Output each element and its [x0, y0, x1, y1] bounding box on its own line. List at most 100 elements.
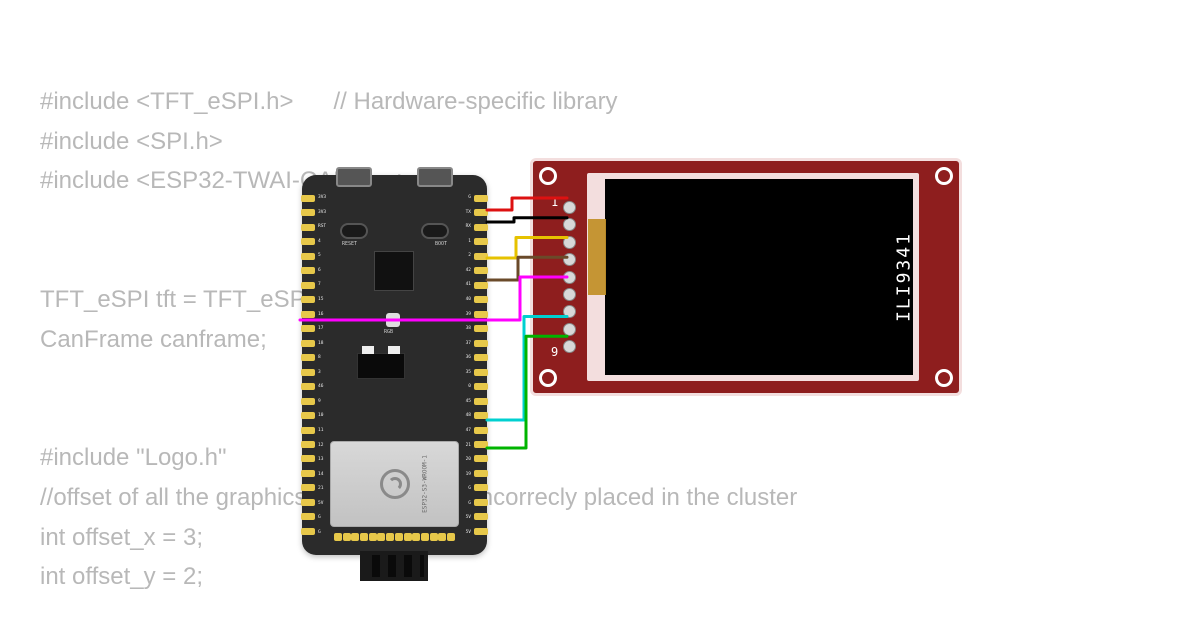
- mcu-pin: [474, 398, 488, 405]
- voltage-regulator: [357, 353, 405, 379]
- mcu-pin-label: 21: [318, 486, 326, 491]
- mcu-bottom-pads: [334, 533, 455, 543]
- mcu-pin: [474, 296, 488, 303]
- tft-screen: [605, 179, 913, 375]
- mcu-pinlabels-right: GTXRX1242414039383736350454847212019GG5V…: [466, 195, 471, 535]
- mcu-pin-label: 40: [466, 297, 471, 302]
- mcu-pin: [474, 253, 488, 260]
- mcu-pin-label: 48: [466, 413, 471, 418]
- mcu-pin-label: 35: [466, 370, 471, 375]
- mcu-pin: [301, 528, 315, 535]
- mcu-pin-label: G: [466, 195, 471, 200]
- tft-header-pin: [563, 305, 576, 318]
- mcu-pad: [438, 533, 446, 541]
- mcu-pin: [301, 369, 315, 376]
- mcu-pin: [301, 253, 315, 260]
- mcu-pinrow-left: [301, 195, 315, 535]
- mcu-pin: [301, 412, 315, 419]
- flex-ribbon: [588, 219, 606, 295]
- mcu-pin-label: 11: [318, 428, 326, 433]
- mcu-pin: [474, 441, 488, 448]
- mcu-pin-label: 41: [466, 282, 471, 287]
- tft-header-pin: [563, 236, 576, 249]
- mcu-pin-label: 7: [318, 282, 326, 287]
- mcu-chip: [374, 251, 414, 291]
- mount-hole-icon: [935, 369, 953, 387]
- mcu-pad: [395, 533, 403, 541]
- mcu-pin-label: 46: [318, 384, 326, 389]
- mcu-pin-label: 5V: [318, 501, 326, 506]
- mcu-pin: [474, 455, 488, 462]
- mcu-pin: [301, 296, 315, 303]
- mcu-pin-label: 16: [318, 312, 326, 317]
- mcu-pin-label: 5V: [466, 515, 471, 520]
- mcu-pin: [301, 484, 315, 491]
- mcu-pin-label: G: [318, 530, 326, 535]
- tft-header-pin: [563, 253, 576, 266]
- mcu-pin-label: 14: [318, 472, 326, 477]
- mcu-pinlabels-left: 3V33V3RST456715161718834691011121314215V…: [318, 195, 326, 535]
- mcu-pad: [421, 533, 429, 541]
- mcu-pin-label: 5: [318, 253, 326, 258]
- mcu-pad: [360, 533, 368, 541]
- mcu-pin: [301, 209, 315, 216]
- mcu-pin-label: 21: [466, 443, 471, 448]
- mcu-pin-label: TX: [466, 210, 471, 215]
- mcu-pin: [474, 238, 488, 245]
- mcu-pin-label: 42: [466, 268, 471, 273]
- shield-label: ESP32-S3-WROOM-1: [422, 455, 429, 513]
- mcu-pin: [474, 499, 488, 506]
- mcu-pin: [474, 427, 488, 434]
- mcu-pin: [474, 325, 488, 332]
- mount-hole-icon: [539, 369, 557, 387]
- mcu-pin: [474, 209, 488, 216]
- mcu-pin: [474, 383, 488, 390]
- mcu-pin-label: 19: [466, 472, 471, 477]
- mcu-pin-label: G: [318, 515, 326, 520]
- mcu-pin: [474, 470, 488, 477]
- usb-port-left: [336, 167, 372, 187]
- mcu-pin: [301, 398, 315, 405]
- mcu-pin-label: 17: [318, 326, 326, 331]
- mcu-pin-label: 18: [318, 341, 326, 346]
- mcu-pin: [474, 513, 488, 520]
- mcu-pin-label: 9: [318, 399, 326, 404]
- mcu-pin-label: 6: [318, 268, 326, 273]
- mcu-pin-label: RST: [318, 224, 326, 229]
- mcu-pin-label: 47: [466, 428, 471, 433]
- mcu-pin-label: 13: [318, 457, 326, 462]
- mcu-pin-label: G: [466, 501, 471, 506]
- boot-button-label: BOOT: [435, 241, 447, 247]
- mcu-pin-label: 36: [466, 355, 471, 360]
- mcu-pin-label: 3: [318, 370, 326, 375]
- mcu-pad: [343, 533, 351, 541]
- rgb-led-label: RGB: [384, 329, 393, 335]
- mcu-pin: [301, 383, 315, 390]
- mcu-pin-label: 2: [466, 253, 471, 258]
- mcu-pin: [474, 311, 488, 318]
- mcu-pin-label: 37: [466, 341, 471, 346]
- mount-hole-icon: [539, 167, 557, 185]
- mcu-pin: [301, 499, 315, 506]
- tft-pin-first: 1: [551, 195, 558, 209]
- reset-button: [340, 223, 368, 239]
- mcu-pin: [301, 238, 315, 245]
- wiring-diagram: RESET BOOT RGB 3V33V3RST4567151617188346…: [0, 0, 1200, 630]
- mcu-pad: [334, 533, 342, 541]
- mcu-pin-label: 20: [466, 457, 471, 462]
- tft-header-pin: [563, 218, 576, 231]
- mcu-pin: [301, 513, 315, 520]
- mcu-pin: [474, 412, 488, 419]
- mcu-pad: [404, 533, 412, 541]
- mcu-pin: [474, 282, 488, 289]
- mcu-pin-label: 4: [318, 239, 326, 244]
- tft-header-pin: [563, 323, 576, 336]
- mcu-pin: [474, 528, 488, 535]
- mcu-pin: [301, 224, 315, 231]
- mcu-pin: [474, 267, 488, 274]
- mcu-pin: [301, 427, 315, 434]
- mcu-pin: [474, 484, 488, 491]
- espressif-logo-icon: [380, 469, 410, 499]
- rgb-led: [386, 313, 400, 327]
- mcu-pin: [474, 369, 488, 376]
